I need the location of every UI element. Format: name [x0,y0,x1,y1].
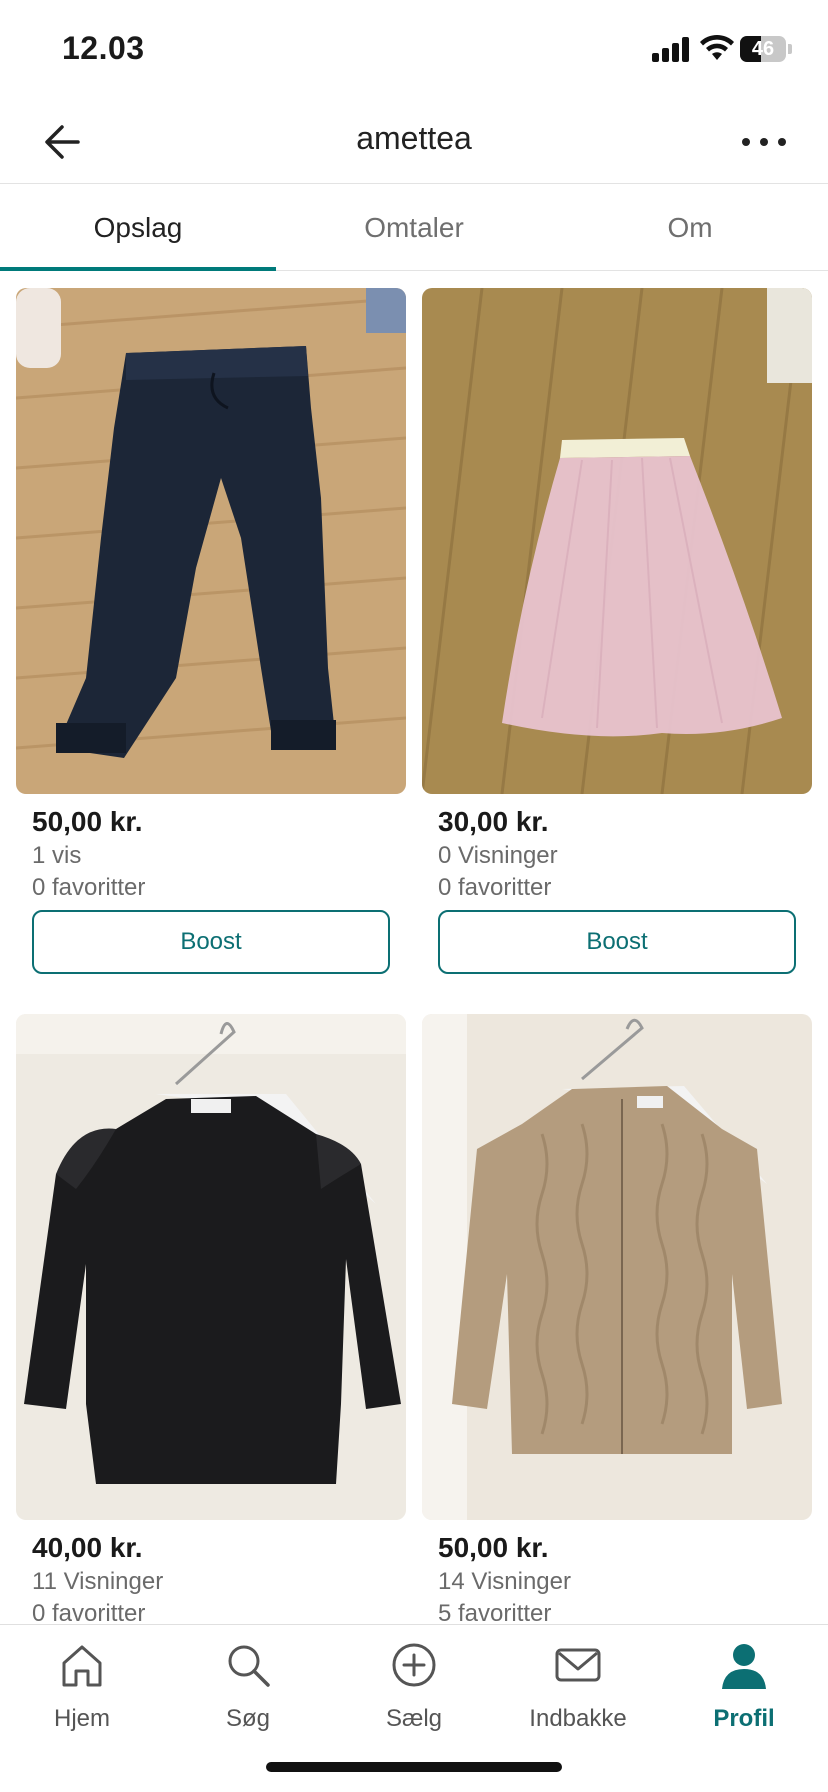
nav-search[interactable]: Søg [178,1639,318,1749]
battery-level: 46 [751,38,775,60]
plus-circle-icon [392,1643,436,1687]
home-indicator [266,1762,562,1772]
nav-profile[interactable]: Profil [674,1639,814,1749]
more-horizontal-icon[interactable] [734,120,794,164]
battery-icon: 46 [740,36,792,62]
status-bar: 12.03 46 [0,0,828,100]
status-time: 12.03 [62,30,145,66]
page-title: amettea [356,120,472,156]
listing-favorites: 0 favoritter [438,874,552,901]
listing-favorites: 0 favoritter [32,874,146,901]
listing-views: 14 Visninger [438,1568,571,1595]
home-icon [62,1645,102,1687]
listing-price: 40,00 kr. [32,1532,143,1563]
tab-opslag[interactable]: Opslag [0,185,276,271]
nav-label: Indbakke [529,1705,627,1732]
listing-price: 30,00 kr. [438,806,549,837]
profile-icon [722,1644,766,1689]
profile-header: amettea [0,100,828,184]
nav-label: Søg [225,1705,270,1732]
nav-sell[interactable]: Sælg [344,1639,484,1749]
cellular-signal-icon [652,36,692,62]
listing-views: 0 Visninger [438,842,558,869]
boost-button[interactable]: Boost [438,910,796,974]
listing-image-pink-skirt[interactable] [422,288,812,794]
profile-tabs: Opslag Omtaler Om [0,185,828,271]
mail-icon [555,1648,601,1682]
boost-button[interactable]: Boost [32,910,390,974]
nav-label: Profil [713,1705,775,1732]
nav-label: Hjem [53,1705,110,1732]
nav-label: Sælg [385,1705,443,1732]
listing-image-navy-pants[interactable] [16,288,406,794]
listing-views: 11 Visninger [32,1568,164,1595]
tab-om[interactable]: Om [552,185,828,270]
nav-home[interactable]: Hjem [12,1639,152,1749]
listing-price: 50,00 kr. [32,806,143,837]
wifi-icon [700,34,734,60]
listing-price: 50,00 kr. [438,1532,549,1563]
tab-omtaler[interactable]: Omtaler [276,185,552,270]
search-icon [228,1645,270,1687]
listing-views: 1 vis [32,842,82,869]
listing-image-black-sweater[interactable] [16,1014,406,1520]
listing-image-beige-cardigan[interactable] [422,1014,812,1520]
nav-inbox[interactable]: Indbakke [508,1639,648,1749]
